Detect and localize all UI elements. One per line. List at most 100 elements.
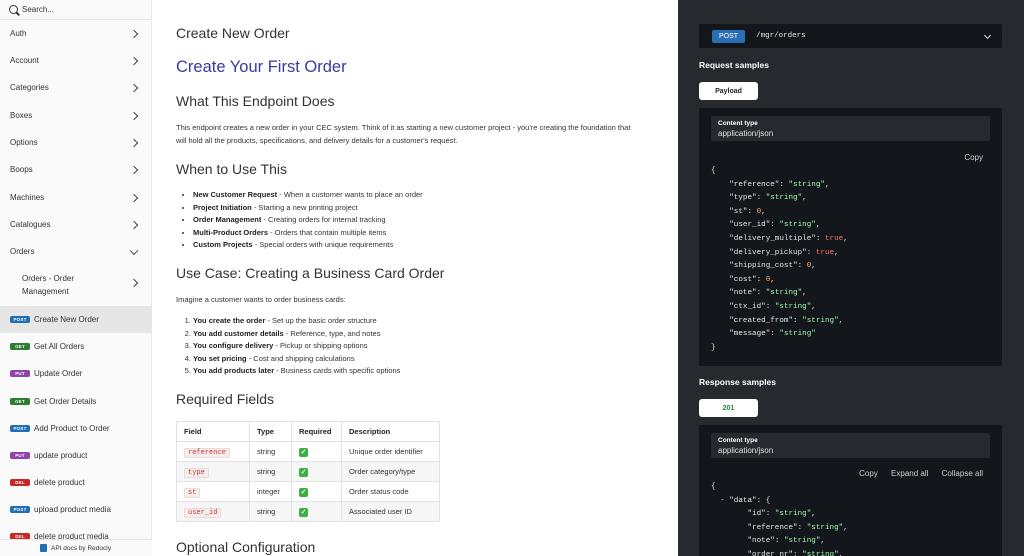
table-row: user_id string ✓ Associated user ID	[176, 501, 440, 522]
list-item: You add products later - Business cards …	[193, 365, 400, 378]
json-value: "string"	[783, 537, 821, 546]
sidebar-item-label: Machines	[10, 193, 45, 202]
sidebar-endpoint-delete-product[interactable]: DEL delete product	[0, 469, 152, 496]
content-type-label: Content type	[718, 120, 758, 127]
chevron-right-icon	[129, 56, 139, 65]
code-line: "order_nr": "string",	[711, 549, 848, 556]
copy-button[interactable]: Copy	[859, 469, 878, 478]
json-value: true	[815, 248, 835, 257]
json-key: "reference"	[747, 523, 798, 532]
sidebar-item-label: Orders	[10, 247, 35, 256]
json-value: "string"	[774, 510, 812, 519]
search-input[interactable]	[22, 5, 142, 14]
usecase-steps-list: You create the order - Set up the basic …	[193, 315, 400, 378]
sidebar-item-label: Options	[10, 138, 38, 147]
json-key: "reference"	[729, 180, 780, 189]
table-header-row: Field Type Required Description	[176, 421, 440, 442]
method-badge: GET	[10, 343, 30, 350]
table-cell: ✓	[291, 481, 342, 502]
table-cell: integer	[249, 481, 292, 502]
table-cell: ✓	[291, 501, 342, 522]
json-value: true	[824, 234, 844, 243]
endpoint-label: Get Order Details	[34, 397, 97, 406]
sidebar-item-orders[interactable]: Orders	[0, 238, 152, 265]
json-key: "delivery_pickup"	[729, 248, 807, 257]
subgroup-label-line1: Orders - Order	[22, 274, 75, 283]
sidebar-endpoint-create-new-order[interactable]: POST Create New Order	[0, 306, 152, 333]
sidebar-endpoint-add-product[interactable]: POST Add Product to Order	[0, 415, 152, 442]
request-sample-box: Content type application/json Copy { "re…	[699, 108, 1002, 366]
sidebar-item-account[interactable]: Account	[0, 47, 152, 74]
table-row: st integer ✓ Order status code	[176, 481, 440, 502]
redocly-footer-link[interactable]: API docs by Redocly	[0, 539, 152, 556]
json-value: "string"	[802, 550, 839, 556]
sidebar-item-label: Account	[10, 56, 39, 65]
check-icon: ✓	[299, 447, 308, 457]
sidebar-endpoint-upload-media[interactable]: POST upload product media	[0, 496, 152, 523]
json-key: "ctx_id"	[729, 302, 766, 311]
json-value: "string"	[806, 523, 844, 532]
copy-button[interactable]: Copy	[964, 153, 983, 162]
check-icon: ✓	[299, 487, 308, 497]
list-item: You configure delivery - Pickup or shipp…	[193, 340, 400, 353]
sidebar-item-boxes[interactable]: Boxes	[0, 102, 152, 129]
sidebar-item-options[interactable]: Options	[0, 129, 152, 156]
sidebar-item-machines[interactable]: Machines	[0, 184, 152, 211]
response-201-tab[interactable]: 201	[699, 399, 758, 417]
method-badge: POST	[10, 425, 30, 432]
endpoint-label: Update Order	[34, 369, 83, 378]
collapse-toggle: -	[711, 496, 730, 505]
chevron-right-icon	[129, 138, 139, 147]
sidebar-item-label: Boxes	[10, 111, 33, 120]
code-line: - "data": {	[711, 496, 771, 505]
chevron-right-icon	[129, 29, 139, 38]
json-value: "string"	[788, 180, 825, 189]
sidebar-endpoint-get-order-details[interactable]: GET Get Order Details	[0, 388, 152, 415]
method-badge: DEL	[10, 479, 30, 486]
json-value: "string"	[779, 221, 816, 230]
sidebar-endpoint-update-order[interactable]: PUT Update Order	[0, 360, 152, 387]
table-row: type string ✓ Order category/type	[176, 461, 440, 482]
json-value: 0	[806, 262, 812, 271]
json-key: "shipping_cost"	[729, 262, 798, 271]
field-name-code: reference	[184, 447, 230, 458]
table-cell: string	[249, 501, 292, 522]
table-cell: type	[176, 461, 250, 482]
json-value: 0	[765, 275, 771, 284]
sidebar-item-catalogues[interactable]: Catalogues	[0, 211, 152, 238]
expand-all-button[interactable]: Expand all	[891, 469, 928, 478]
endpoint-url-dropdown[interactable]: POST /mgr/orders	[699, 24, 1002, 48]
sidebar-item-label: Auth	[10, 29, 27, 38]
sidebar-item-auth[interactable]: Auth	[0, 20, 152, 47]
sidebar-item-label: Boops	[10, 165, 33, 174]
json-key: "cost"	[729, 275, 757, 284]
page-title: Create Your First Order	[176, 58, 347, 76]
json-key: "note"	[729, 289, 757, 298]
code-line: "delivery_pickup": true,	[729, 248, 839, 257]
panel-divider	[676, 0, 678, 556]
search-bar[interactable]	[0, 0, 151, 20]
table-cell: user_id	[176, 501, 250, 522]
sidebar-item-label: Catalogues	[10, 220, 51, 229]
endpoint-label: update product	[34, 451, 88, 460]
collapse-all-button[interactable]: Collapse all	[942, 469, 983, 478]
chevron-right-icon	[129, 83, 139, 92]
request-actions: Copy	[953, 153, 983, 162]
content-type-label: Content type	[718, 437, 758, 444]
redocly-logo-icon	[40, 544, 47, 552]
code-line: "id": "string",	[747, 510, 816, 519]
list-item: New Customer Request - When a customer w…	[193, 189, 423, 202]
sidebar-endpoint-get-all-orders[interactable]: GET Get All Orders	[0, 333, 152, 360]
sidebar-item-categories[interactable]: Categories	[0, 74, 152, 101]
method-badge: GET	[10, 398, 30, 405]
table-header: Type	[249, 421, 292, 442]
table-header: Required	[291, 421, 342, 442]
json-value: "string"	[765, 289, 803, 298]
section-heading-optional: Optional Configuration	[176, 539, 316, 555]
sidebar-item-boops[interactable]: Boops	[0, 156, 152, 183]
endpoint-label: Create New Order	[34, 315, 99, 324]
sidebar-item-label: Categories	[10, 83, 49, 92]
payload-tab[interactable]: Payload	[699, 82, 758, 100]
method-badge: POST	[10, 506, 30, 513]
sidebar-endpoint-update-product[interactable]: PUT update product	[0, 442, 152, 469]
